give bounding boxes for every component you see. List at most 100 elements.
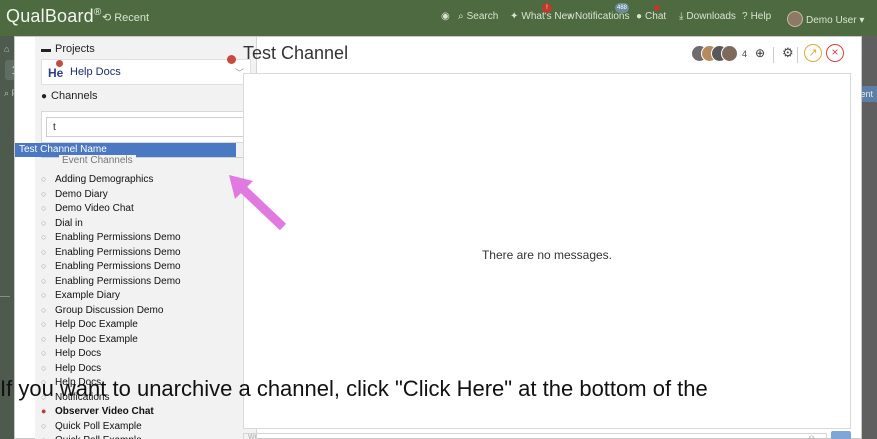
- empty-state-text: There are no messages.: [481, 248, 613, 262]
- emoji-icon[interactable]: ☺: [807, 433, 816, 439]
- brand-logo[interactable]: QualBoard®: [6, 6, 101, 27]
- member-count: 4: [742, 49, 748, 59]
- chat-bubble-icon: ○: [41, 261, 47, 271]
- chat-bubble-icon: ●: [636, 11, 643, 22]
- recent-link[interactable]: ⟲ Recent: [102, 11, 149, 24]
- tutorial-caption: If you want to unarchive a channel, clic…: [0, 376, 708, 401]
- caret-down-icon: ▾: [856, 15, 865, 26]
- projects-heading: ▬ Projects: [41, 43, 95, 55]
- channel-title: Test Channel: [243, 43, 349, 63]
- channel-list-item[interactable]: ● Observer Video Chat: [41, 406, 253, 421]
- channel-list-item[interactable]: ○ Help Docs: [41, 348, 253, 363]
- chat-bubble-icon: ●: [41, 91, 48, 102]
- chat-bubble-icon: ○: [41, 290, 47, 300]
- channel-list-item[interactable]: ○ Demo Diary: [41, 189, 253, 204]
- chat-bubble-icon: ○: [41, 217, 47, 228]
- chat-link[interactable]: ● Chat: [636, 5, 666, 22]
- channel-name: Enabling Permissions Demo: [55, 261, 181, 272]
- event-channels-label: Event Channels: [59, 155, 136, 166]
- chat-bubble-icon: ○: [41, 304, 47, 315]
- close-icon[interactable]: ×: [826, 44, 844, 62]
- divider: [0, 296, 10, 297]
- chat-bubble-icon: ○: [41, 420, 47, 431]
- help-icon: ?: [742, 11, 748, 22]
- history-icon: ⟲: [102, 12, 112, 24]
- chat-bubble-icon: ●: [41, 406, 47, 416]
- member-avatars[interactable]: [691, 45, 738, 63]
- channel-list-item[interactable]: ○ Enabling Permissions Demo: [41, 247, 253, 262]
- channel-name: Demo Video Chat: [55, 203, 134, 214]
- notifications-badge: 488: [615, 3, 630, 13]
- channel-name: Demo Diary: [55, 188, 108, 200]
- channel-list-item[interactable]: ○ Example Diary: [41, 290, 253, 305]
- send-button[interactable]: [831, 431, 851, 439]
- channel-name: Enabling Permissions Demo: [55, 246, 181, 258]
- divider: [797, 47, 798, 63]
- top-nav-bar: QualBoard® ⟲ Recent ◉ ⌕ Search ✦ What's New…: [0, 0, 877, 36]
- search-icon: ⌕: [458, 11, 464, 22]
- home-icon: ⌂: [4, 44, 10, 54]
- channel-list-item[interactable]: ○ Demo Video Chat: [41, 203, 253, 218]
- chat-bubble-icon: ○: [41, 362, 47, 373]
- user-menu[interactable]: Demo User ▾: [787, 11, 864, 27]
- chat-bubble-icon: ○: [41, 275, 47, 286]
- unread-dot: [56, 60, 63, 67]
- download-icon: ⤓: [679, 11, 684, 22]
- compose-input[interactable]: Wr: [243, 433, 827, 439]
- channel-name: Dial in: [55, 217, 83, 229]
- bullhorn-icon: ✦: [510, 11, 519, 22]
- annotation-arrow-icon: [229, 175, 287, 231]
- project-name: Help Docs: [70, 66, 121, 78]
- globe-icon[interactable]: ◉: [441, 11, 450, 22]
- channel-search-input[interactable]: [46, 117, 246, 137]
- add-member-button[interactable]: ⊕: [755, 46, 765, 60]
- chat-bubble-icon: ○: [41, 246, 47, 257]
- channel-list-item[interactable]: ○Quick Poll Example: [41, 435, 253, 439]
- compose-placeholder: Wr: [248, 434, 257, 439]
- chat-bubble-icon: ○: [41, 333, 47, 344]
- channel-name: Quick Poll Example: [55, 435, 142, 439]
- channel-list-item[interactable]: ○ Help Docs: [41, 363, 253, 378]
- channel-name: Group Discussion Demo: [55, 304, 164, 316]
- settings-gear-icon[interactable]: ⚙: [782, 45, 794, 61]
- divider: [773, 47, 774, 63]
- channel-name: Adding Demographics: [55, 174, 154, 185]
- channel-name: Observer Video Chat: [55, 406, 154, 417]
- chat-bubble-icon: ○: [41, 319, 47, 329]
- chat-bubble-icon: ○: [41, 188, 47, 199]
- avatar: [721, 45, 738, 62]
- channel-name: Help Docs: [55, 348, 102, 359]
- channel-list-item[interactable]: ○ Adding Demographics: [41, 174, 253, 189]
- channel-list-item[interactable]: ○ Help Doc Example: [41, 319, 253, 334]
- channel-search-box: [41, 111, 251, 143]
- help-link[interactable]: ? Help: [742, 11, 771, 22]
- channel-name: Quick Poll Example: [55, 420, 142, 432]
- channel-list-item[interactable]: ○ Dial in: [41, 218, 253, 233]
- folder-icon: ▬: [41, 44, 51, 55]
- bell-icon: ♪: [567, 11, 572, 22]
- search-link[interactable]: ⌕ Search: [458, 11, 498, 22]
- chat-bubble-icon: ○: [41, 232, 47, 242]
- channel-name: Example Diary: [55, 290, 121, 301]
- channel-list-item[interactable]: ○ Enabling Permissions Demo: [41, 261, 253, 276]
- whats-new-badge: !: [542, 3, 552, 13]
- chat-bubble-icon: ○: [41, 203, 47, 213]
- channel-name: Help Docs: [55, 362, 102, 374]
- chat-dot: [654, 5, 660, 11]
- downloads-link[interactable]: ⤓ Downloads: [679, 11, 736, 22]
- channel-name: Enabling Permissions Demo: [55, 275, 181, 287]
- channel-list-item[interactable]: ○Quick Poll Example: [41, 421, 253, 436]
- channel-list-item[interactable]: ○ Help Doc Example: [41, 334, 253, 349]
- compass-icon[interactable]: ↗: [804, 44, 822, 62]
- channel-list-item[interactable]: ○ Enabling Permissions Demo: [41, 276, 253, 291]
- notifications-link[interactable]: ♪ Notifications 488: [567, 3, 629, 22]
- channel-list-item[interactable]: ○ Group Discussion Demo: [41, 305, 253, 320]
- whats-new-link[interactable]: ✦ What's New!: [510, 3, 574, 22]
- chat-bubble-icon: ○: [41, 348, 47, 358]
- chat-bubble-icon: ○: [41, 435, 55, 439]
- channel-name: Help Doc Example: [55, 319, 138, 330]
- project-select[interactable]: He Help Docs ﹀: [41, 59, 251, 85]
- channel-list-item[interactable]: ○ Enabling Permissions Demo: [41, 232, 253, 247]
- chat-bubble-icon: ○: [41, 174, 47, 184]
- avatar: [787, 11, 803, 27]
